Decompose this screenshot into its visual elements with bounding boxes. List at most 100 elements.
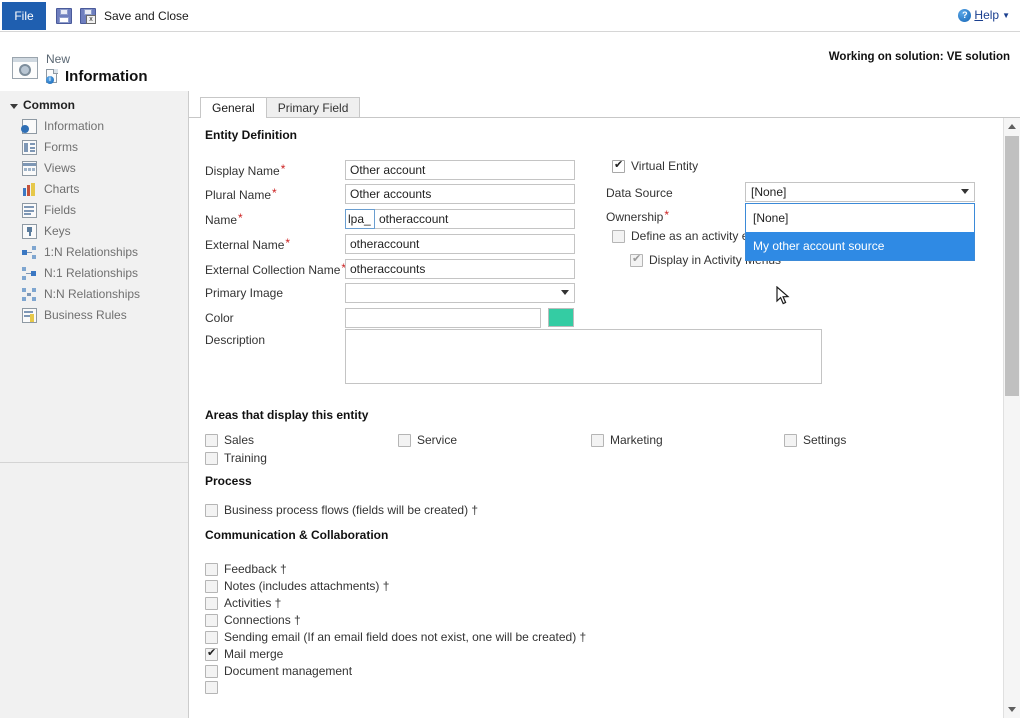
feedback-checkbox[interactable]	[205, 562, 218, 576]
save-and-close-icon[interactable]: x	[80, 8, 96, 24]
mail-merge-checkbox[interactable]	[205, 646, 218, 661]
working-on-solution-label: Working on solution: VE solution	[828, 51, 1010, 63]
charts-icon	[22, 182, 37, 197]
data-source-dropdown-list[interactable]: [None] My other account source	[745, 203, 975, 261]
sidebar-item-many-to-one-relationships[interactable]: N:1 Relationships	[0, 263, 188, 284]
sidebar-item-views[interactable]: Views	[0, 158, 188, 179]
area-marketing-row[interactable]: Marketing	[591, 433, 663, 447]
sidebar-item-many-to-many-relationships[interactable]: N:N Relationships	[0, 284, 188, 305]
plural-name-input[interactable]	[345, 184, 575, 204]
data-source-option-my-other-account-source[interactable]: My other account source	[746, 232, 974, 260]
communication-label: Feedback †	[224, 562, 287, 576]
scrollbar-thumb[interactable]	[1005, 136, 1019, 396]
sending-email-row[interactable]: Sending email (If an email field does no…	[205, 630, 586, 644]
sidebar-group-label: Common	[23, 98, 75, 112]
save-icon[interactable]	[56, 8, 72, 24]
area-service-row[interactable]: Service	[398, 433, 457, 447]
primary-image-label: Primary Image	[205, 286, 284, 300]
ownership-label: Ownership*	[606, 208, 670, 224]
general-tab-panel: Entity Definition Display Name* Plural N…	[189, 118, 1020, 718]
area-settings-row[interactable]: Settings	[784, 433, 846, 447]
sidebar-item-keys[interactable]: Keys	[0, 221, 188, 242]
save-and-close-button[interactable]: Save and Close	[104, 9, 189, 23]
area-marketing-checkbox[interactable]	[591, 433, 604, 447]
sidebar-item-information[interactable]: Information	[0, 116, 188, 137]
sidebar-item-fields[interactable]: Fields	[0, 200, 188, 221]
virtual-entity-label: Virtual Entity	[631, 159, 699, 173]
sidebar-item-label: Keys	[44, 224, 71, 238]
communication-label: Connections †	[224, 613, 301, 627]
data-source-label: Data Source	[606, 186, 673, 200]
area-label: Sales	[224, 433, 255, 447]
feedback-row[interactable]: Feedback †	[205, 562, 287, 576]
data-source-select[interactable]: [None]	[745, 182, 975, 202]
notes-checkbox[interactable]	[205, 579, 218, 593]
sidebar-item-charts[interactable]: Charts	[0, 179, 188, 200]
sidebar-group-common[interactable]: Common	[0, 91, 188, 116]
fields-icon	[22, 203, 37, 218]
sending-email-checkbox[interactable]	[205, 630, 218, 644]
color-swatch-button[interactable]	[548, 308, 574, 327]
scroll-up-button[interactable]	[1004, 118, 1020, 135]
area-sales-checkbox[interactable]	[205, 433, 218, 447]
tab-general[interactable]: General	[200, 97, 267, 119]
scroll-down-arrow-icon	[1008, 707, 1016, 712]
area-training-checkbox[interactable]	[205, 451, 218, 465]
connections-row[interactable]: Connections †	[205, 613, 301, 627]
next-option-partial-row[interactable]	[205, 681, 218, 694]
scroll-up-arrow-icon	[1008, 124, 1016, 129]
views-icon	[22, 161, 37, 176]
sidebar-item-label: Forms	[44, 140, 78, 154]
document-management-row[interactable]: Document management	[205, 664, 352, 678]
business-process-flows-row[interactable]: Business process flows (fields will be c…	[205, 503, 478, 517]
data-source-option-none[interactable]: [None]	[746, 204, 974, 232]
activities-checkbox[interactable]	[205, 596, 218, 610]
define-activity-entity-checkbox[interactable]	[612, 229, 625, 243]
document-management-checkbox[interactable]	[205, 664, 218, 678]
sidebar-item-label: Information	[44, 119, 105, 133]
name-prefix-input[interactable]	[345, 209, 375, 229]
file-tab[interactable]: File	[2, 2, 46, 30]
one-to-many-icon	[22, 245, 37, 260]
display-name-input[interactable]	[345, 160, 575, 180]
chevron-down-icon	[561, 290, 569, 295]
section-process-title: Process	[205, 474, 252, 488]
activities-row[interactable]: Activities †	[205, 596, 281, 610]
tab-bar: General Primary Field	[200, 96, 361, 119]
color-input[interactable]	[345, 308, 541, 328]
plural-name-label: Plural Name*	[205, 186, 277, 202]
external-name-input[interactable]	[345, 234, 575, 254]
sidebar-item-business-rules[interactable]: Business Rules	[0, 305, 188, 326]
mail-merge-row[interactable]: Mail merge	[205, 646, 283, 661]
display-activity-menus-checkbox[interactable]	[630, 252, 643, 267]
virtual-entity-checkbox-row[interactable]: Virtual Entity	[612, 158, 699, 173]
sidebar-item-label: N:N Relationships	[44, 287, 141, 301]
sidebar-item-label: 1:N Relationships	[44, 245, 139, 259]
vertical-scrollbar[interactable]	[1003, 118, 1020, 718]
description-textarea[interactable]	[345, 329, 822, 384]
mouse-cursor	[776, 286, 790, 305]
next-option-checkbox[interactable]	[205, 681, 218, 694]
external-collection-name-input[interactable]	[345, 259, 575, 279]
sidebar-item-forms[interactable]: Forms	[0, 137, 188, 158]
area-sales-row[interactable]: Sales	[205, 433, 254, 447]
information-page-icon: i	[46, 69, 59, 84]
display-name-label: Display Name*	[205, 162, 286, 178]
name-label: Name*	[205, 211, 243, 227]
sidebar-item-one-to-many-relationships[interactable]: 1:N Relationships	[0, 242, 188, 263]
tab-primary-field[interactable]: Primary Field	[265, 97, 361, 118]
name-input[interactable]	[375, 209, 575, 229]
connections-checkbox[interactable]	[205, 613, 218, 627]
area-service-checkbox[interactable]	[398, 433, 411, 447]
help-button[interactable]: ? Help ▼	[958, 8, 1010, 22]
area-training-row[interactable]: Training	[205, 451, 267, 465]
business-process-flows-checkbox[interactable]	[205, 503, 218, 517]
scroll-down-button[interactable]	[1004, 701, 1020, 718]
external-collection-name-label: External Collection Name*	[205, 261, 347, 277]
primary-image-select[interactable]	[345, 283, 575, 303]
file-tab-label: File	[14, 9, 34, 23]
virtual-entity-checkbox[interactable]	[612, 158, 625, 173]
section-communication-title: Communication & Collaboration	[205, 528, 389, 542]
area-settings-checkbox[interactable]	[784, 433, 797, 447]
notes-row[interactable]: Notes (includes attachments) †	[205, 579, 389, 593]
